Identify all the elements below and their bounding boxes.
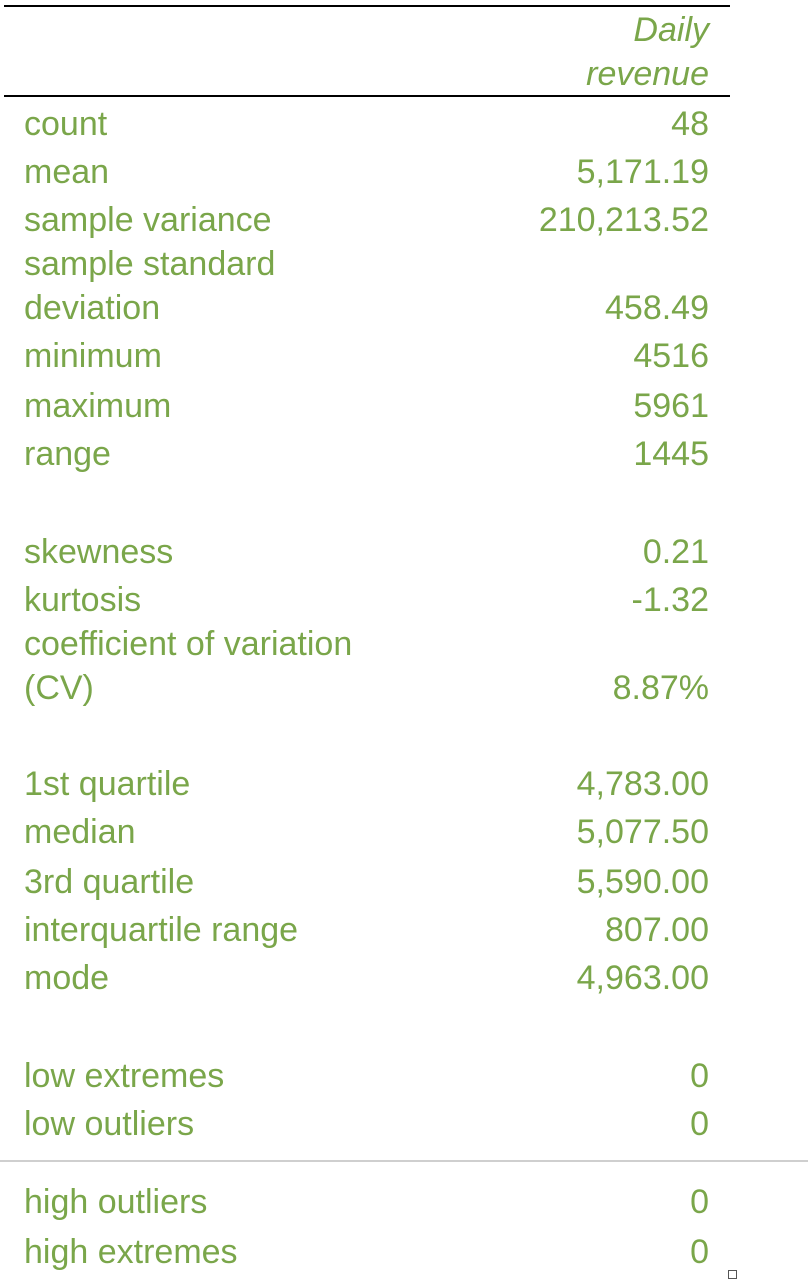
row-value: 5961 bbox=[633, 387, 709, 425]
row-label: 1st quartile bbox=[24, 765, 191, 803]
row-label: high outliers bbox=[24, 1183, 208, 1221]
row-value: 8.87% bbox=[612, 669, 709, 707]
resize-handle[interactable] bbox=[728, 1270, 737, 1279]
table-top-rule bbox=[4, 5, 730, 7]
row-value: 0 bbox=[690, 1105, 709, 1143]
row-value: 5,171.19 bbox=[576, 153, 709, 191]
row-label: high extremes bbox=[24, 1233, 238, 1271]
table-row-skewness: skewness 0.21 bbox=[24, 530, 709, 574]
row-value: 1445 bbox=[633, 435, 709, 473]
row-label: kurtosis bbox=[24, 581, 142, 619]
row-label: sample standard deviation bbox=[24, 245, 276, 327]
row-label: skewness bbox=[24, 533, 174, 571]
table-row-3rd-quartile: 3rd quartile 5,590.00 bbox=[24, 860, 709, 904]
row-label: mean bbox=[24, 153, 110, 191]
table-row-minimum: minimum 4516 bbox=[24, 334, 709, 378]
table-row-count: count 48 bbox=[24, 102, 709, 146]
row-value: 4516 bbox=[633, 337, 709, 375]
table-row-interquartile-range: interquartile range 807.00 bbox=[24, 908, 709, 952]
row-value: 807.00 bbox=[605, 911, 709, 949]
row-value: 4,963.00 bbox=[576, 959, 709, 997]
row-label: minimum bbox=[24, 337, 162, 375]
row-label: maximum bbox=[24, 387, 172, 425]
table-row-maximum: maximum 5961 bbox=[24, 384, 709, 428]
row-label: count bbox=[24, 105, 108, 143]
row-value: 0 bbox=[690, 1233, 709, 1271]
row-label: median bbox=[24, 813, 136, 851]
row-value: -1.32 bbox=[631, 581, 710, 619]
row-value: 4,783.00 bbox=[576, 765, 709, 803]
table-row-range: range 1445 bbox=[24, 432, 709, 476]
table-row-mean: mean 5,171.19 bbox=[24, 150, 709, 194]
header-rule bbox=[4, 95, 730, 97]
row-label: range bbox=[24, 435, 111, 473]
table-row-low-outliers: low outliers 0 bbox=[24, 1102, 709, 1146]
row-value: 0 bbox=[690, 1183, 709, 1221]
row-label: 3rd quartile bbox=[24, 863, 195, 901]
row-value: 48 bbox=[671, 105, 709, 143]
table-row-low-extremes: low extremes 0 bbox=[24, 1054, 709, 1098]
table-row-coefficient-of-variation: coefficient of variation (CV) 8.87% bbox=[24, 622, 709, 710]
section-separator bbox=[0, 1160, 808, 1162]
row-value: 458.49 bbox=[605, 289, 709, 327]
row-value: 5,077.50 bbox=[576, 813, 709, 851]
table-row-high-outliers: high outliers 0 bbox=[24, 1180, 709, 1224]
table-row-1st-quartile: 1st quartile 4,783.00 bbox=[24, 762, 709, 806]
table-row-median: median 5,077.50 bbox=[24, 810, 709, 854]
row-label: interquartile range bbox=[24, 911, 299, 949]
row-label: mode bbox=[24, 959, 110, 997]
table-row-sample-variance: sample variance 210,213.52 bbox=[24, 198, 709, 242]
row-label: low extremes bbox=[24, 1057, 225, 1095]
table-row-kurtosis: kurtosis -1.32 bbox=[24, 578, 709, 622]
row-label: low outliers bbox=[24, 1105, 195, 1143]
row-value: 210,213.52 bbox=[538, 201, 709, 239]
table-row-mode: mode 4,963.00 bbox=[24, 956, 709, 1000]
row-label: coefficient of variation (CV) bbox=[24, 625, 353, 707]
table-row-sample-standard-deviation: sample standard deviation 458.49 bbox=[24, 242, 709, 330]
column-header-daily-revenue: Daily revenue bbox=[586, 11, 709, 93]
table-row-high-extremes: high extremes 0 bbox=[24, 1230, 709, 1274]
row-value: 0 bbox=[690, 1057, 709, 1095]
row-value: 0.21 bbox=[642, 533, 709, 571]
row-label: sample variance bbox=[24, 201, 272, 239]
row-value: 5,590.00 bbox=[576, 863, 709, 901]
